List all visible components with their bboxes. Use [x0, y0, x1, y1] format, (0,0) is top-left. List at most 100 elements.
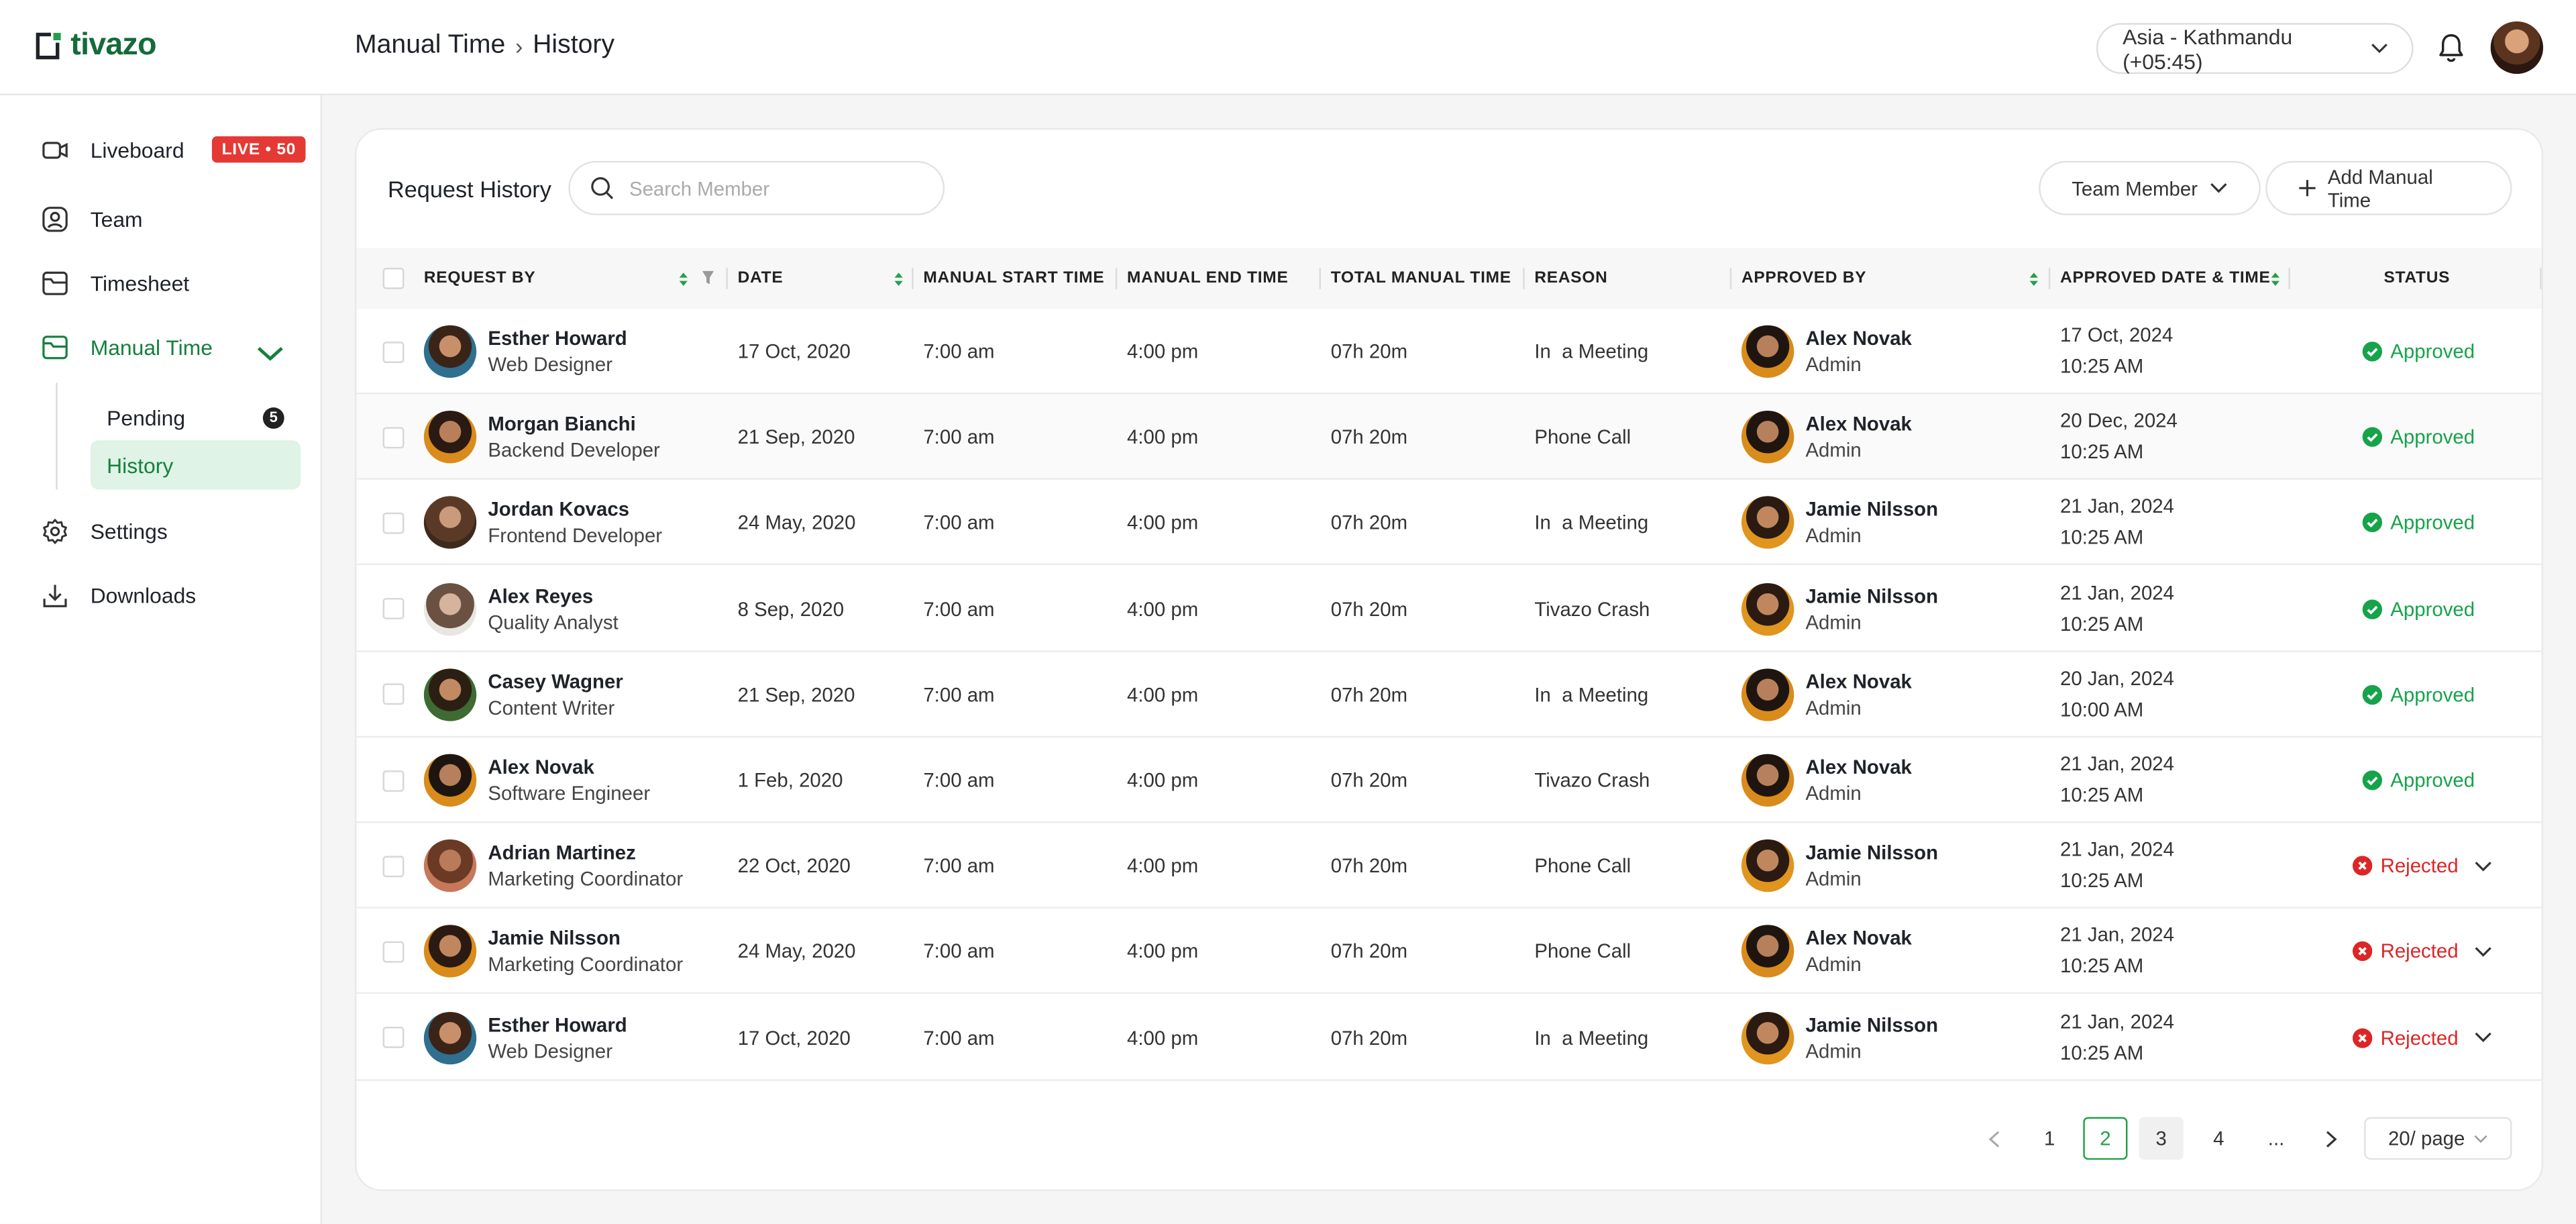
search-input[interactable]	[629, 176, 909, 200]
sidebar-subitem-history[interactable]: History	[90, 440, 301, 490]
breadcrumb-parent[interactable]: Manual Time	[355, 32, 505, 61]
sort-icon[interactable]	[678, 271, 688, 287]
avatar	[423, 582, 477, 635]
approved-time: 10:25 AM	[2060, 612, 2144, 635]
avatar	[423, 925, 477, 978]
reason: In a Meeting	[1534, 511, 1649, 535]
row-checkbox[interactable]	[382, 309, 405, 394]
page-1[interactable]: 1	[2027, 1117, 2072, 1160]
sidebar-item-manual-time[interactable]: Manual Time	[41, 330, 283, 363]
approved-date: 20 Dec, 2024	[2060, 409, 2178, 433]
table-row[interactable]: Esther Howard Web Designer 17 Oct, 2020 7:0…	[356, 994, 2542, 1080]
check-circle-icon	[2362, 513, 2383, 533]
row-checkbox[interactable]	[382, 480, 405, 566]
status-badge[interactable]: Rejected	[2352, 940, 2493, 963]
chevron-right-icon[interactable]	[2324, 1130, 2338, 1148]
status-label: Approved	[2390, 425, 2475, 449]
row-checkbox[interactable]	[382, 909, 405, 994]
logo[interactable]: tivazo	[33, 28, 157, 64]
sort-icon[interactable]	[2271, 271, 2281, 287]
avatar	[1741, 839, 1794, 892]
request-date: 1 Feb, 2020	[737, 768, 843, 792]
col-approved-by: APPROVED BY	[1741, 269, 1867, 288]
check-circle-icon	[2362, 770, 2383, 790]
reason: Phone Call	[1534, 940, 1631, 964]
col-total-manual-time: TOTAL MANUAL TIME	[1330, 269, 1511, 288]
col-manual-start-time: MANUAL START TIME	[923, 269, 1105, 288]
sidebar-item-team[interactable]: Team	[41, 202, 143, 235]
sidebar-item-label: Timesheet	[90, 270, 190, 295]
check-circle-icon	[2362, 427, 2383, 448]
add-manual-time-button[interactable]: Add Manual Time	[2265, 160, 2512, 215]
requester-role: Marketing Coordinator	[488, 868, 684, 891]
page-title: Request History	[387, 175, 551, 203]
page-4[interactable]: 4	[2196, 1117, 2241, 1160]
approver-role: Admin	[1805, 439, 1862, 462]
approved-time: 10:25 AM	[2060, 955, 2144, 978]
request-date: 24 May, 2020	[737, 940, 856, 964]
status-label: Approved	[2390, 511, 2475, 535]
chevron-down-icon[interactable]	[2475, 946, 2493, 958]
sort-icon[interactable]	[894, 271, 904, 287]
x-circle-icon	[2352, 856, 2373, 876]
select-all-checkbox[interactable]	[382, 248, 405, 309]
table-row[interactable]: Morgan Bianchi Backend Developer 21 Sep, 2…	[356, 394, 2542, 480]
table-row[interactable]: Jordan Kovacs Frontend Developer 24 May, 2…	[356, 480, 2542, 566]
row-checkbox[interactable]	[382, 994, 405, 1080]
manual-end-time: 4:00 pm	[1127, 425, 1199, 449]
page-ellipsis[interactable]: ...	[2254, 1117, 2298, 1160]
total-manual-time: 07h 20m	[1330, 940, 1408, 964]
row-checkbox[interactable]	[382, 652, 405, 737]
avatar	[423, 839, 477, 892]
filter-icon[interactable]	[702, 269, 715, 285]
col-manual-end-time: MANUAL END TIME	[1127, 269, 1289, 288]
status-badge[interactable]: Rejected	[2352, 1026, 2493, 1049]
row-checkbox[interactable]	[382, 823, 405, 909]
chevron-left-icon[interactable]	[1988, 1130, 2001, 1148]
manual-start-time: 7:00 am	[923, 1026, 995, 1050]
approver-role: Admin	[1805, 353, 1862, 376]
approved-time: 10:25 AM	[2060, 869, 2144, 892]
status-badge[interactable]: Rejected	[2352, 854, 2493, 878]
table-row[interactable]: Alex Novak Software Engineer 1 Feb, 2020 7:…	[356, 737, 2542, 823]
manual-start-time: 7:00 am	[923, 511, 995, 535]
approver-name: Jamie Nilsson	[1805, 498, 1939, 521]
approver-role: Admin	[1805, 868, 1862, 891]
avatar	[423, 497, 477, 550]
row-checkbox[interactable]	[382, 395, 405, 480]
check-circle-icon	[2362, 684, 2383, 705]
sidebar-item-liveboard[interactable]: Liveboard	[41, 133, 184, 166]
sort-icon[interactable]	[2029, 271, 2039, 287]
per-page-select[interactable]: 20/ page	[2364, 1117, 2512, 1160]
timezone-select[interactable]: Asia - Kathmandu (+05:45)	[2096, 23, 2414, 74]
sidebar-subitem-pending[interactable]: Pending 5	[91, 393, 301, 442]
bell-icon[interactable]	[2434, 32, 2467, 64]
page-2[interactable]: 2	[2083, 1117, 2128, 1160]
user-avatar[interactable]	[2490, 21, 2544, 74]
requester-role: Software Engineer	[488, 782, 651, 805]
team-member-filter-button[interactable]: Team Member	[2039, 160, 2261, 215]
sidebar-item-downloads[interactable]: Downloads	[41, 578, 196, 611]
chevron-down-icon[interactable]	[2475, 1032, 2493, 1043]
reason: In a Meeting	[1534, 1026, 1649, 1050]
x-circle-icon	[2352, 941, 2373, 962]
sidebar-item-settings[interactable]: Settings	[41, 514, 168, 547]
manual-start-time: 7:00 am	[923, 854, 995, 878]
table-row[interactable]: Alex Reyes Quality Analyst 8 Sep, 2020 7:00…	[356, 566, 2542, 652]
table-row[interactable]: Esther Howard Web Designer 17 Oct, 2020 7:0…	[356, 309, 2542, 395]
approver-name: Alex Novak	[1805, 412, 1912, 436]
table-row[interactable]: Jamie Nilsson Marketing Coordinator 24 May…	[356, 909, 2542, 994]
search-box[interactable]	[568, 160, 945, 215]
manual-end-time: 4:00 pm	[1127, 768, 1199, 792]
table-row[interactable]: Adrian Martinez Marketing Coordinator 22 O…	[356, 823, 2542, 909]
table-row[interactable]: Casey Wagner Content Writer 21 Sep, 2020 7:…	[356, 652, 2542, 737]
page-3[interactable]: 3	[2139, 1117, 2184, 1160]
request-date: 17 Oct, 2020	[737, 340, 851, 364]
status-label: Rejected	[2380, 854, 2459, 878]
row-checkbox[interactable]	[382, 737, 405, 823]
sidebar-item-timesheet[interactable]: Timesheet	[41, 266, 189, 299]
check-circle-icon	[2362, 599, 2383, 619]
avatar	[1741, 497, 1794, 550]
chevron-down-icon[interactable]	[2475, 860, 2493, 872]
row-checkbox[interactable]	[382, 566, 405, 652]
